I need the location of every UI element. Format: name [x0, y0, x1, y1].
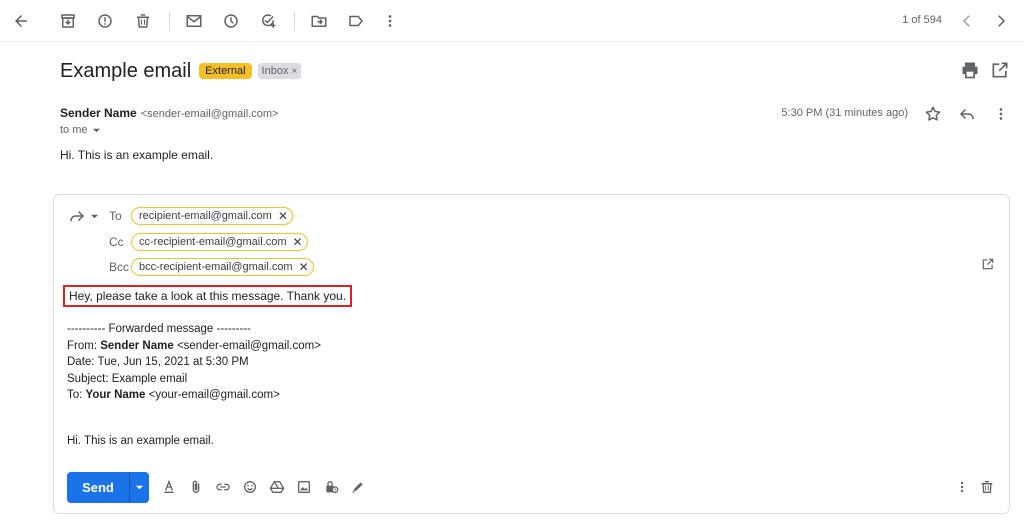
- message-input[interactable]: Hey, please take a look at this message.…: [63, 285, 353, 307]
- caret-down-icon: [90, 214, 99, 218]
- to-email: <your-email@gmail.com>: [145, 389, 280, 401]
- insert-signature-icon[interactable]: [349, 478, 367, 496]
- cc-recipient-email: cc-recipient-email@gmail.com: [139, 236, 287, 248]
- forwarded-from: From: Sender Name <sender-email@gmail.co…: [67, 338, 321, 355]
- forward-arrow-icon: [70, 210, 85, 222]
- sender-row: Sender Name <sender-email@gmail.com>: [60, 106, 278, 120]
- from-name: Sender Name: [100, 339, 174, 352]
- snooze-icon[interactable]: [219, 9, 243, 33]
- top-toolbar: 1 of 594: [0, 0, 1024, 42]
- confidential-mode-icon[interactable]: [322, 478, 340, 496]
- message-body: Hi. This is an example email.: [60, 148, 214, 162]
- open-new-window-icon[interactable]: [990, 60, 1010, 80]
- cc-label: Cc: [109, 235, 124, 249]
- bcc-recipient-email: bcc-recipient-email@gmail.com: [139, 261, 293, 273]
- cc-recipient-chip[interactable]: cc-recipient-email@gmail.com ✕: [131, 233, 308, 251]
- send-options-button[interactable]: [129, 472, 149, 503]
- to-name: Your Name: [85, 389, 146, 401]
- to-recipient-email: recipient-email@gmail.com: [139, 210, 272, 222]
- pop-out-reply-icon[interactable]: [981, 257, 997, 273]
- star-icon[interactable]: [924, 105, 942, 123]
- to-recipient-chip[interactable]: recipient-email@gmail.com ✕: [131, 207, 293, 225]
- send-button-group: Send: [67, 472, 149, 503]
- insert-link-icon[interactable]: [214, 478, 232, 496]
- remove-recipient-icon[interactable]: ✕: [299, 260, 309, 274]
- email-subject: Example email: [60, 59, 192, 82]
- forwarded-body: Hi. This is an example email.: [67, 435, 214, 447]
- toolbar-divider: [294, 11, 295, 31]
- to-me-label: to me: [60, 124, 88, 136]
- bcc-recipient-chip[interactable]: bcc-recipient-email@gmail.com ✕: [131, 258, 314, 276]
- forward-compose-box: To recipient-email@gmail.com ✕ Cc cc-rec…: [53, 194, 1010, 514]
- recipient-details-toggle[interactable]: to me: [60, 124, 101, 136]
- forwarded-header: ---------- Forwarded message --------- F…: [67, 321, 321, 404]
- from-label: From:: [67, 339, 101, 352]
- caret-down-icon: [135, 485, 144, 490]
- forwarded-to: To: Your Name <your-email@gmail.com>: [67, 387, 321, 404]
- more-vert-icon[interactable]: [378, 9, 402, 33]
- chevron-right-icon[interactable]: [989, 9, 1013, 33]
- archive-icon[interactable]: [56, 9, 80, 33]
- label-icon[interactable]: [344, 9, 368, 33]
- toolbar-divider: [169, 11, 170, 31]
- mark-unread-icon[interactable]: [182, 9, 206, 33]
- remove-recipient-icon[interactable]: ✕: [292, 235, 302, 249]
- remove-label-icon[interactable]: ×: [291, 66, 297, 77]
- move-to-icon[interactable]: [307, 9, 331, 33]
- attach-files-icon[interactable]: [187, 478, 205, 496]
- forwarded-divider: ---------- Forwarded message ---------: [67, 323, 251, 335]
- to-row[interactable]: To recipient-email@gmail.com ✕: [109, 207, 293, 225]
- to-label: To: [109, 209, 122, 223]
- cc-row[interactable]: Cc cc-recipient-email@gmail.com ✕: [109, 233, 308, 251]
- google-drive-icon[interactable]: [268, 478, 286, 496]
- message-time: 5:30 PM (31 minutes ago): [781, 107, 908, 119]
- more-options-icon[interactable]: [953, 478, 971, 496]
- print-icon[interactable]: [960, 60, 980, 80]
- message-more-icon[interactable]: [992, 105, 1010, 123]
- send-button[interactable]: Send: [67, 472, 129, 503]
- subject-row: Example email External Inbox ×: [60, 58, 302, 84]
- inbox-label[interactable]: Inbox ×: [257, 63, 302, 79]
- insert-emoji-icon[interactable]: [241, 478, 259, 496]
- to-label: To:: [67, 389, 86, 401]
- from-email: <sender-email@gmail.com>: [173, 339, 321, 352]
- caret-down-icon: [92, 128, 100, 132]
- remove-recipient-icon[interactable]: ✕: [278, 209, 288, 223]
- reply-icon[interactable]: [958, 105, 976, 123]
- back-arrow-icon[interactable]: [9, 9, 33, 33]
- delete-icon[interactable]: [131, 9, 155, 33]
- chevron-left-icon[interactable]: [955, 9, 979, 33]
- add-task-icon[interactable]: [256, 9, 280, 33]
- discard-draft-icon[interactable]: [978, 478, 996, 496]
- insert-photo-icon[interactable]: [295, 478, 313, 496]
- bcc-row[interactable]: Bcc bcc-recipient-email@gmail.com ✕: [109, 258, 314, 276]
- forwarded-subject: Subject: Example email: [67, 372, 188, 385]
- inbox-label-text: Inbox: [261, 65, 289, 77]
- forwarded-date: Date: Tue, Jun 15, 2021 at 5:30 PM: [67, 356, 249, 368]
- pager-count: 1 of 594: [902, 14, 942, 26]
- external-tag: External: [199, 63, 252, 79]
- response-type-toggle[interactable]: [68, 207, 99, 225]
- sender-email: <sender-email@gmail.com>: [140, 108, 279, 120]
- formatting-options-icon[interactable]: [160, 478, 178, 496]
- bcc-label: Bcc: [109, 260, 130, 274]
- report-spam-icon[interactable]: [93, 9, 117, 33]
- sender-name: Sender Name: [60, 106, 137, 120]
